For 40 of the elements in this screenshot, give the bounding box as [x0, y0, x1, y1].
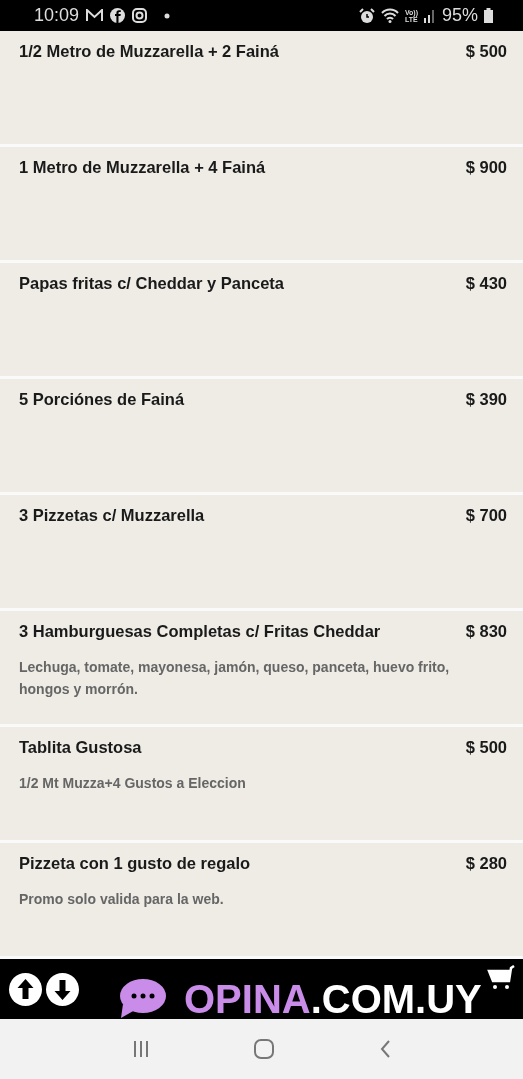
home-button[interactable]: [253, 1038, 276, 1060]
battery-icon: [484, 8, 493, 23]
item-price: $ 830: [465, 621, 507, 641]
item-price: $ 280: [465, 853, 507, 873]
clock-time: 10:09: [34, 5, 80, 26]
item-price: $ 390: [465, 389, 507, 409]
dot-icon: [164, 12, 171, 19]
item-description: 1/2 Mt Muzza+4 Gustos a Eleccion: [19, 774, 247, 793]
menu-item-card[interactable]: Pizzeta con 1 gusto de regalo $ 280 Promo solo valida para la web.: [0, 843, 523, 956]
battery-percent: 95%: [441, 5, 478, 26]
item-name: Pizzeta con 1 gusto de regalo: [19, 853, 251, 873]
menu-item-card[interactable]: 5 Porciónes de Fainá $ 390: [0, 379, 523, 492]
item-name: 1 Metro de Muzzarella + 4 Fainá: [19, 157, 266, 177]
item-name: Tablita Gustosa: [19, 737, 142, 757]
item-price: $ 430: [465, 273, 507, 293]
item-price: $ 900: [465, 157, 507, 177]
mail-icon: [86, 9, 104, 22]
item-name: 5 Porciónes de Fainá: [19, 389, 185, 409]
wifi-icon: [380, 8, 399, 23]
menu-item-card[interactable]: Papas fritas c/ Cheddar y Panceta $ 430: [0, 263, 523, 376]
item-name: 3 Pizzetas c/ Muzzarella: [19, 505, 205, 525]
scroll-up-button[interactable]: [9, 972, 42, 1006]
menu-item-card[interactable]: 1/2 Metro de Muzzarella + 2 Fainá $ 500: [0, 31, 523, 144]
menu-item-card[interactable]: 1 Metro de Muzzarella + 4 Fainá $ 900: [0, 147, 523, 260]
menu-item-card[interactable]: Tablita Gustosa $ 500 1/2 Mt Muzza+4 Gustos a Eleccion: [0, 727, 523, 840]
camera-icon: [132, 8, 148, 23]
item-description: Lechuga, tomate, mayonesa, jamón, queso, panceta, huevo frito, hongos y morrón.: [19, 658, 451, 699]
signal-icon: [423, 8, 436, 23]
item-name: Papas fritas c/ Cheddar y Panceta: [19, 273, 285, 293]
item-price: $ 500: [465, 737, 507, 757]
scroll-down-button[interactable]: [46, 972, 79, 1006]
item-description: Promo solo valida para la web.: [19, 890, 225, 909]
alarm-icon: [358, 7, 375, 24]
item-price: $ 500: [465, 41, 507, 61]
item-name: 3 Hamburguesas Completas c/ Fritas Cheddar: [19, 621, 381, 641]
menu-item-card[interactable]: 3 Pizzetas c/ Muzzarella $ 700: [0, 495, 523, 608]
menu-item-card[interactable]: 3 Hamburguesas Completas c/ Fritas Cheddar $ 830 Lechuga, tomate, mayonesa, jamón, queso, panceta, huevo frito, hongos y morrón.: [0, 611, 523, 724]
facebook-icon: [110, 8, 126, 23]
item-name: 1/2 Metro de Muzzarella + 2 Fainá: [19, 41, 279, 61]
item-price: $ 700: [465, 505, 507, 525]
